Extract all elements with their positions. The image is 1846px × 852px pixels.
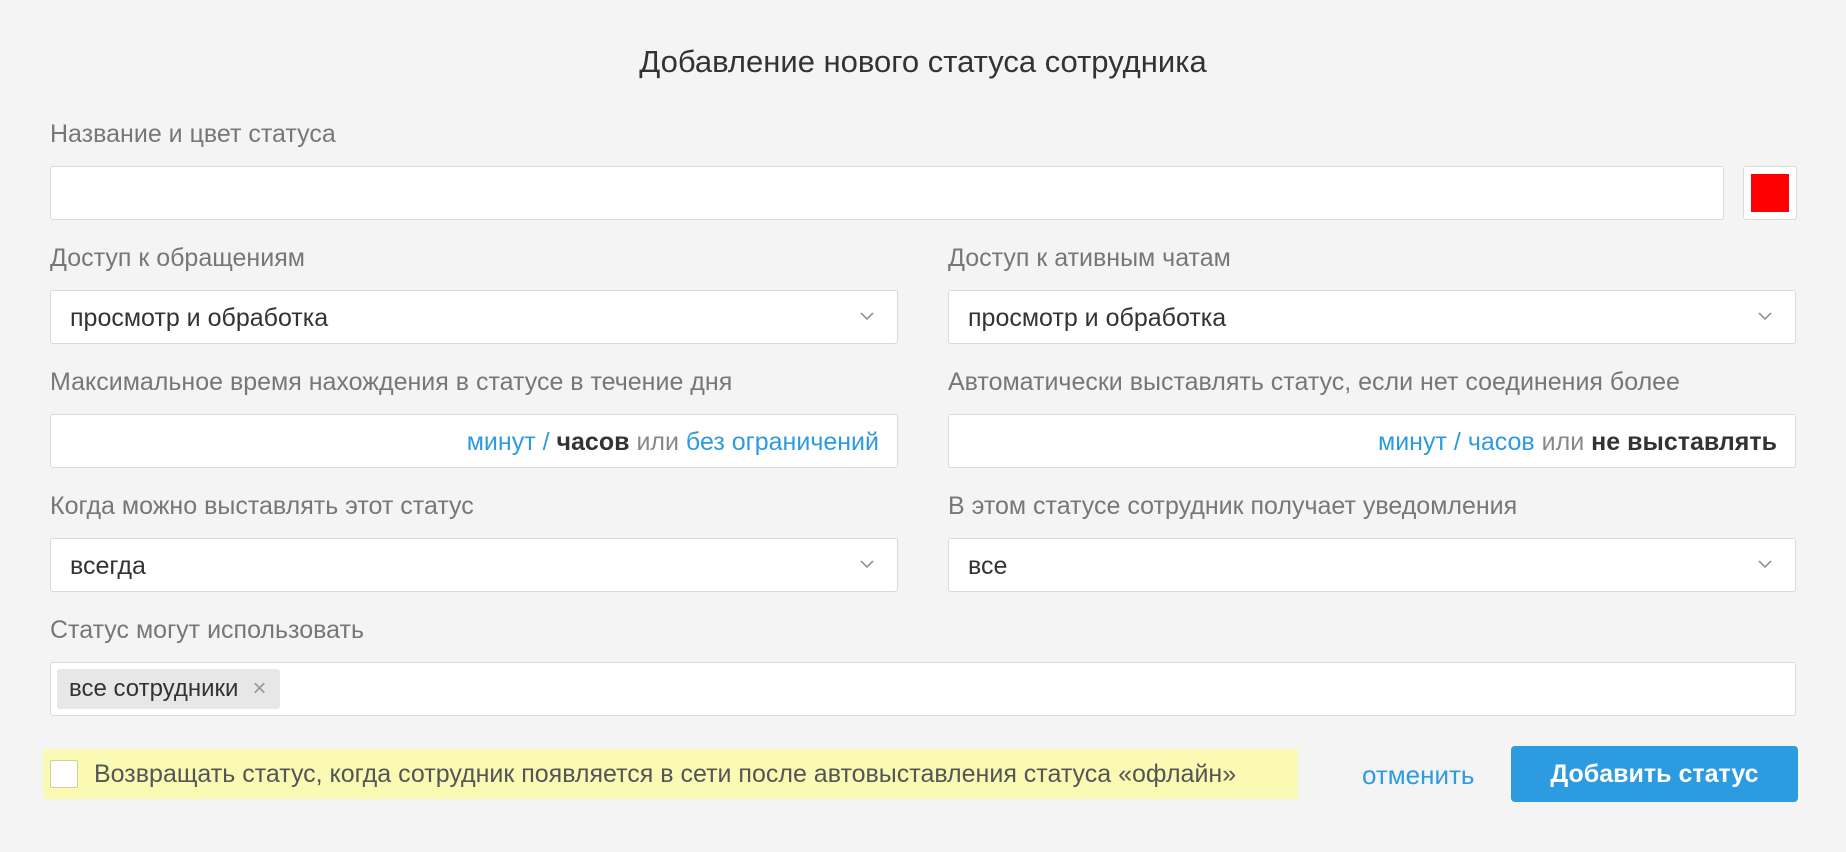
auto-status-minutes-link[interactable]: минут <box>1378 428 1447 456</box>
cancel-link[interactable]: отменить <box>1362 760 1474 791</box>
chevron-down-icon <box>857 554 877 574</box>
notifications-label: В этом статусе сотрудник получает уведом… <box>948 492 1518 520</box>
requests-access-label: Доступ к обращениям <box>50 244 305 272</box>
notifications-value: все <box>968 552 1008 580</box>
dialog-title: Добавление нового статуса сотрудника <box>639 44 1207 79</box>
max-time-input[interactable]: минут / часов или без ограничений <box>50 414 898 468</box>
auto-status-slash: / <box>1453 428 1461 456</box>
max-time-label: Максимальное время нахождения в статусе … <box>50 368 733 396</box>
auto-status-label: Автоматически выставлять статус, если не… <box>948 368 1680 396</box>
user-tag-chip: все сотрудники × <box>57 669 281 709</box>
auto-status-input[interactable]: минут / часов или не выставлять <box>948 414 1796 468</box>
chats-access-select[interactable]: просмотр и обработка <box>948 290 1796 344</box>
add-status-dialog: Добавление нового статуса сотрудника Наз… <box>0 0 1846 852</box>
when-set-label: Когда можно выставлять этот статус <box>50 492 474 520</box>
max-time-minutes-link[interactable]: минут <box>467 428 536 456</box>
chats-access-value: просмотр и обработка <box>968 304 1227 332</box>
auto-status-dont-set-option[interactable]: не выставлять <box>1591 428 1777 456</box>
auto-status-or: или <box>1541 428 1585 456</box>
color-swatch <box>1751 174 1789 212</box>
name-label: Название и цвет статуса <box>50 120 336 148</box>
users-label: Статус могут использовать <box>50 616 364 644</box>
max-time-no-limit-link[interactable]: без ограничений <box>686 428 879 456</box>
chats-access-label: Доступ к ативным чатам <box>948 244 1231 272</box>
return-status-option[interactable]: Возвращать статус, когда сотрудник появл… <box>43 749 1298 799</box>
chevron-down-icon <box>1755 306 1775 326</box>
remove-tag-icon[interactable]: × <box>252 677 266 701</box>
max-time-slash: / <box>542 428 550 456</box>
auto-status-hours-link[interactable]: часов <box>1468 428 1535 456</box>
status-name-input[interactable] <box>50 166 1724 220</box>
return-status-checkbox[interactable] <box>50 760 78 788</box>
when-set-select[interactable]: всегда <box>50 538 898 592</box>
add-status-button[interactable]: Добавить статус <box>1511 746 1798 802</box>
auto-status-units: минут / часов или не выставлять <box>1378 428 1777 457</box>
requests-access-value: просмотр и обработка <box>70 304 329 332</box>
chevron-down-icon <box>1755 554 1775 574</box>
chevron-down-icon <box>857 306 877 326</box>
users-tag-input[interactable]: все сотрудники × <box>50 662 1796 716</box>
notifications-select[interactable]: все <box>948 538 1796 592</box>
max-time-hours-option[interactable]: часов <box>557 428 630 456</box>
user-tag-label: все сотрудники <box>69 675 239 702</box>
return-status-label: Возвращать статус, когда сотрудник появл… <box>94 759 1237 788</box>
color-picker[interactable] <box>1743 166 1797 220</box>
when-set-value: всегда <box>70 552 146 580</box>
max-time-or: или <box>636 428 679 456</box>
max-time-units: минут / часов или без ограничений <box>467 428 879 457</box>
requests-access-select[interactable]: просмотр и обработка <box>50 290 898 344</box>
